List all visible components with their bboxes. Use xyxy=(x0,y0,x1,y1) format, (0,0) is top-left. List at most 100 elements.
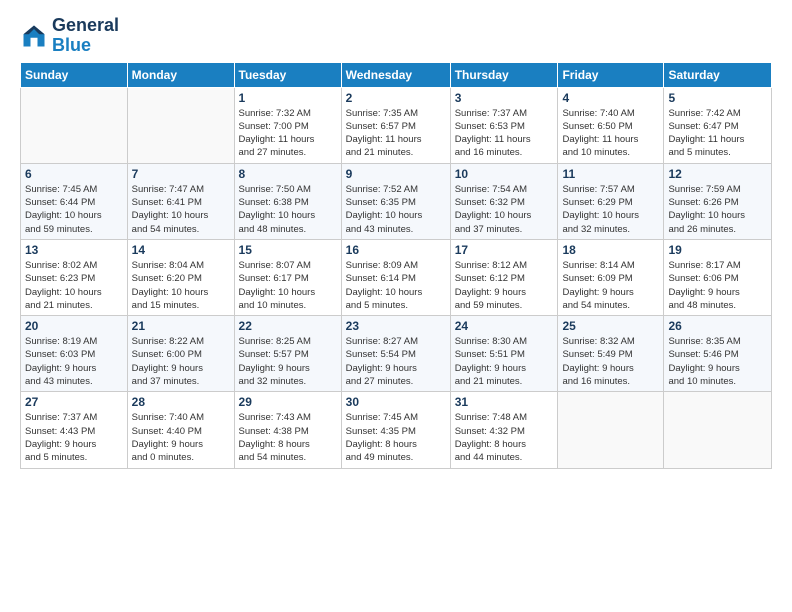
calendar-cell: 26Sunrise: 8:35 AM Sunset: 5:46 PM Dayli… xyxy=(664,316,772,392)
day-info: Sunrise: 7:40 AM Sunset: 4:40 PM Dayligh… xyxy=(132,411,230,464)
day-info: Sunrise: 7:50 AM Sunset: 6:38 PM Dayligh… xyxy=(239,183,337,236)
day-number: 10 xyxy=(455,167,554,181)
calendar-cell: 22 Sunrise: 8:25 AM Sunset: 5:57 PM Dayli… xyxy=(234,316,341,392)
day-info: Sunrise: 7:47 AM Sunset: 6:41 PM Dayligh… xyxy=(132,183,230,236)
calendar-cell: 29 Sunrise: 7:43 AM Sunset: 4:38 PM Dayli… xyxy=(234,392,341,468)
day-info: Sunrise: 8:32 AM Sunset: 5:49 PM Dayligh… xyxy=(562,335,659,388)
calendar-cell: 7 Sunrise: 7:47 AM Sunset: 6:41 PM Daylig… xyxy=(127,163,234,239)
day-info: Sunrise: 7:45 AM Sunset: 6:44 PM Dayligh… xyxy=(25,183,123,236)
day-info: Sunrise: 8:02 AM Sunset: 6:23 PM Dayligh… xyxy=(25,259,123,312)
calendar-cell: 10 Sunrise: 7:54 AM Sunset: 6:32 PM Dayli… xyxy=(450,163,558,239)
day-info: Sunrise: 8:12 AM Sunset: 6:12 PM Dayligh… xyxy=(455,259,554,312)
day-info: Sunrise: 8:14 AM Sunset: 6:09 PM Dayligh… xyxy=(562,259,659,312)
day-number: 20 xyxy=(25,319,123,333)
day-number: 23 xyxy=(346,319,446,333)
day-info: Sunrise: 8:04 AM Sunset: 6:20 PM Dayligh… xyxy=(132,259,230,312)
calendar-cell: 5 Sunrise: 7:42 AM Sunset: 6:47 PM Daylig… xyxy=(664,87,772,163)
calendar-cell: 11 Sunrise: 7:57 AM Sunset: 6:29 PM Dayli… xyxy=(558,163,664,239)
day-number: 22 xyxy=(239,319,337,333)
page: General Blue SundayMondayTuesdayWednesda… xyxy=(0,0,792,479)
calendar-cell: 25 Sunrise: 8:32 AM Sunset: 5:49 PM Dayli… xyxy=(558,316,664,392)
day-number: 27 xyxy=(25,395,123,409)
day-number: 3 xyxy=(455,91,554,105)
day-info: Sunrise: 7:37 AM Sunset: 4:43 PM Dayligh… xyxy=(25,411,123,464)
day-number: 4 xyxy=(562,91,659,105)
day-number: 29 xyxy=(239,395,337,409)
day-info: Sunrise: 7:52 AM Sunset: 6:35 PM Dayligh… xyxy=(346,183,446,236)
day-number: 16 xyxy=(346,243,446,257)
calendar-week-5: 27 Sunrise: 7:37 AM Sunset: 4:43 PM Dayli… xyxy=(21,392,772,468)
calendar-cell: 21 Sunrise: 8:22 AM Sunset: 6:00 PM Dayli… xyxy=(127,316,234,392)
day-info: Sunrise: 7:48 AM Sunset: 4:32 PM Dayligh… xyxy=(455,411,554,464)
calendar-cell: 20 Sunrise: 8:19 AM Sunset: 6:03 PM Dayli… xyxy=(21,316,128,392)
calendar-cell xyxy=(21,87,128,163)
col-header-sunday: Sunday xyxy=(21,62,128,87)
col-header-saturday: Saturday xyxy=(664,62,772,87)
day-number: 11 xyxy=(562,167,659,181)
day-info: Sunrise: 8:25 AM Sunset: 5:57 PM Dayligh… xyxy=(239,335,337,388)
calendar-cell: 16 Sunrise: 8:09 AM Sunset: 6:14 PM Dayli… xyxy=(341,239,450,315)
day-number: 7 xyxy=(132,167,230,181)
calendar-week-1: 1 Sunrise: 7:32 AM Sunset: 7:00 PM Daylig… xyxy=(21,87,772,163)
calendar-cell: 18 Sunrise: 8:14 AM Sunset: 6:09 PM Dayli… xyxy=(558,239,664,315)
day-number: 9 xyxy=(346,167,446,181)
day-info: Sunrise: 8:22 AM Sunset: 6:00 PM Dayligh… xyxy=(132,335,230,388)
logo-text: General Blue xyxy=(52,16,119,56)
day-number: 5 xyxy=(668,91,767,105)
day-number: 30 xyxy=(346,395,446,409)
day-number: 12 xyxy=(668,167,767,181)
calendar-cell: 2Sunrise: 7:35 AM Sunset: 6:57 PM Daylig… xyxy=(341,87,450,163)
day-number: 6 xyxy=(25,167,123,181)
calendar-cell: 13Sunrise: 8:02 AM Sunset: 6:23 PM Dayli… xyxy=(21,239,128,315)
calendar-cell: 31Sunrise: 7:48 AM Sunset: 4:32 PM Dayli… xyxy=(450,392,558,468)
day-number: 8 xyxy=(239,167,337,181)
day-number: 28 xyxy=(132,395,230,409)
day-info: Sunrise: 7:54 AM Sunset: 6:32 PM Dayligh… xyxy=(455,183,554,236)
day-info: Sunrise: 7:42 AM Sunset: 6:47 PM Dayligh… xyxy=(668,107,767,160)
calendar-cell xyxy=(664,392,772,468)
day-number: 25 xyxy=(562,319,659,333)
calendar-cell: 3 Sunrise: 7:37 AM Sunset: 6:53 PM Daylig… xyxy=(450,87,558,163)
day-info: Sunrise: 8:27 AM Sunset: 5:54 PM Dayligh… xyxy=(346,335,446,388)
calendar-cell: 12 Sunrise: 7:59 AM Sunset: 6:26 PM Dayli… xyxy=(664,163,772,239)
calendar-cell: 17Sunrise: 8:12 AM Sunset: 6:12 PM Dayli… xyxy=(450,239,558,315)
day-info: Sunrise: 8:35 AM Sunset: 5:46 PM Dayligh… xyxy=(668,335,767,388)
logo-icon xyxy=(20,22,48,50)
col-header-monday: Monday xyxy=(127,62,234,87)
day-number: 1 xyxy=(239,91,337,105)
day-info: Sunrise: 7:45 AM Sunset: 4:35 PM Dayligh… xyxy=(346,411,446,464)
calendar-cell: 24Sunrise: 8:30 AM Sunset: 5:51 PM Dayli… xyxy=(450,316,558,392)
day-info: Sunrise: 8:09 AM Sunset: 6:14 PM Dayligh… xyxy=(346,259,446,312)
day-info: Sunrise: 7:32 AM Sunset: 7:00 PM Dayligh… xyxy=(239,107,337,160)
day-info: Sunrise: 7:43 AM Sunset: 4:38 PM Dayligh… xyxy=(239,411,337,464)
day-info: Sunrise: 7:59 AM Sunset: 6:26 PM Dayligh… xyxy=(668,183,767,236)
day-info: Sunrise: 8:17 AM Sunset: 6:06 PM Dayligh… xyxy=(668,259,767,312)
calendar-cell: 8 Sunrise: 7:50 AM Sunset: 6:38 PM Daylig… xyxy=(234,163,341,239)
day-info: Sunrise: 7:40 AM Sunset: 6:50 PM Dayligh… xyxy=(562,107,659,160)
day-info: Sunrise: 8:19 AM Sunset: 6:03 PM Dayligh… xyxy=(25,335,123,388)
calendar-week-3: 13Sunrise: 8:02 AM Sunset: 6:23 PM Dayli… xyxy=(21,239,772,315)
day-number: 21 xyxy=(132,319,230,333)
calendar-cell: 23 Sunrise: 8:27 AM Sunset: 5:54 PM Dayli… xyxy=(341,316,450,392)
calendar-cell: 30 Sunrise: 7:45 AM Sunset: 4:35 PM Dayli… xyxy=(341,392,450,468)
day-number: 18 xyxy=(562,243,659,257)
day-number: 14 xyxy=(132,243,230,257)
logo: General Blue xyxy=(20,16,119,56)
day-info: Sunrise: 8:07 AM Sunset: 6:17 PM Dayligh… xyxy=(239,259,337,312)
day-info: Sunrise: 7:37 AM Sunset: 6:53 PM Dayligh… xyxy=(455,107,554,160)
calendar-cell: 15Sunrise: 8:07 AM Sunset: 6:17 PM Dayli… xyxy=(234,239,341,315)
calendar-cell: 19Sunrise: 8:17 AM Sunset: 6:06 PM Dayli… xyxy=(664,239,772,315)
calendar-cell: 14 Sunrise: 8:04 AM Sunset: 6:20 PM Dayli… xyxy=(127,239,234,315)
day-info: Sunrise: 7:57 AM Sunset: 6:29 PM Dayligh… xyxy=(562,183,659,236)
calendar-cell xyxy=(558,392,664,468)
day-info: Sunrise: 7:35 AM Sunset: 6:57 PM Dayligh… xyxy=(346,107,446,160)
calendar-cell: 28 Sunrise: 7:40 AM Sunset: 4:40 PM Dayli… xyxy=(127,392,234,468)
header: General Blue xyxy=(20,16,772,56)
col-header-thursday: Thursday xyxy=(450,62,558,87)
calendar-cell: 1 Sunrise: 7:32 AM Sunset: 7:00 PM Daylig… xyxy=(234,87,341,163)
calendar-cell: 6 Sunrise: 7:45 AM Sunset: 6:44 PM Daylig… xyxy=(21,163,128,239)
calendar-cell: 9 Sunrise: 7:52 AM Sunset: 6:35 PM Daylig… xyxy=(341,163,450,239)
col-header-tuesday: Tuesday xyxy=(234,62,341,87)
calendar-cell: 4 Sunrise: 7:40 AM Sunset: 6:50 PM Daylig… xyxy=(558,87,664,163)
calendar-cell: 27 Sunrise: 7:37 AM Sunset: 4:43 PM Dayli… xyxy=(21,392,128,468)
